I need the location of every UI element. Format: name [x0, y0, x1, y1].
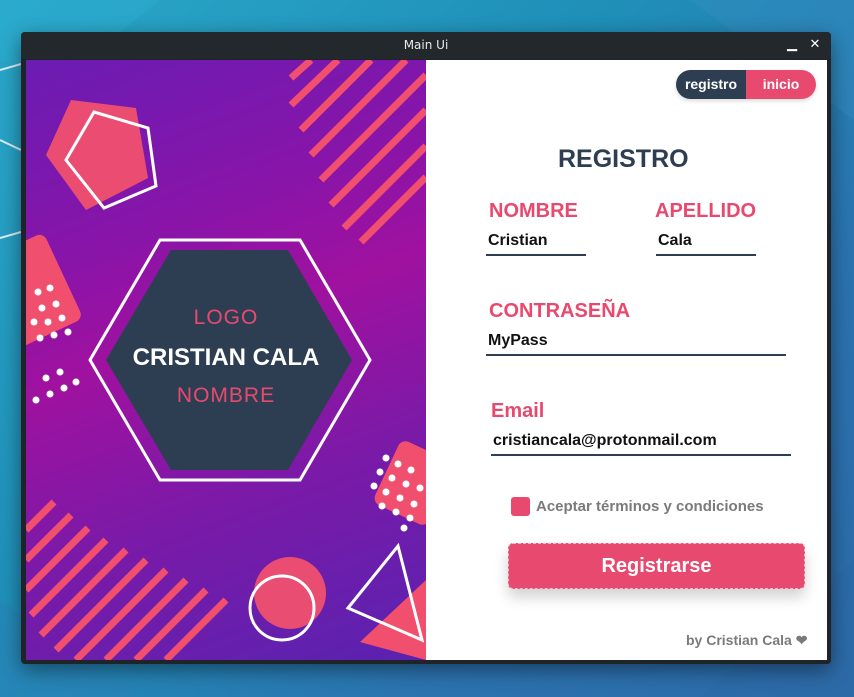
inicio-toggle-button[interactable]: inicio — [746, 70, 816, 99]
nombre-label: NOMBRE — [489, 200, 578, 222]
window-title: Main Ui — [403, 38, 449, 52]
terms-label: Aceptar términos y condiciones — [536, 498, 764, 515]
title-bar[interactable]: Main Ui ▁ ✕ — [21, 32, 831, 59]
dotted-square-right — [374, 441, 426, 525]
register-form-panel: registro inicio REGISTRO NOMBRE APELLIDO… — [426, 60, 827, 660]
terms-checkbox[interactable] — [511, 497, 530, 516]
logo-label: LOGO — [193, 306, 259, 329]
email-label: Email — [491, 400, 545, 422]
stripes-top-right — [288, 60, 426, 245]
close-icon[interactable]: ✕ — [806, 36, 824, 54]
password-input[interactable] — [486, 330, 786, 356]
stripes-bottom-left — [26, 499, 229, 660]
password-label: CONTRASEÑA — [489, 300, 631, 322]
register-button[interactable]: Registrarse — [508, 543, 805, 589]
apellido-input[interactable] — [656, 230, 756, 256]
name-label: NOMBRE — [176, 384, 276, 407]
mode-toggle: registro inicio — [676, 70, 816, 99]
filled-circle-shape — [254, 557, 326, 629]
nombre-input[interactable] — [486, 230, 586, 256]
branding-panel: LOGO CRISTIAN CALA NOMBRE — [26, 60, 426, 660]
email-input[interactable] — [491, 430, 791, 456]
app-window: Main Ui ▁ ✕ LOGO CRISTIAN CALA NOMBRE re… — [21, 32, 831, 664]
form-heading: REGISTRO — [558, 145, 689, 173]
minimize-icon[interactable]: ▁ — [783, 36, 801, 54]
registro-toggle-button[interactable]: registro — [676, 70, 746, 99]
pentagon-shape — [46, 100, 148, 210]
apellido-label: APELLIDO — [655, 200, 757, 222]
footer-credit: by Cristian Cala ❤ — [686, 632, 808, 648]
brand-name: CRISTIAN CALA — [132, 344, 320, 371]
